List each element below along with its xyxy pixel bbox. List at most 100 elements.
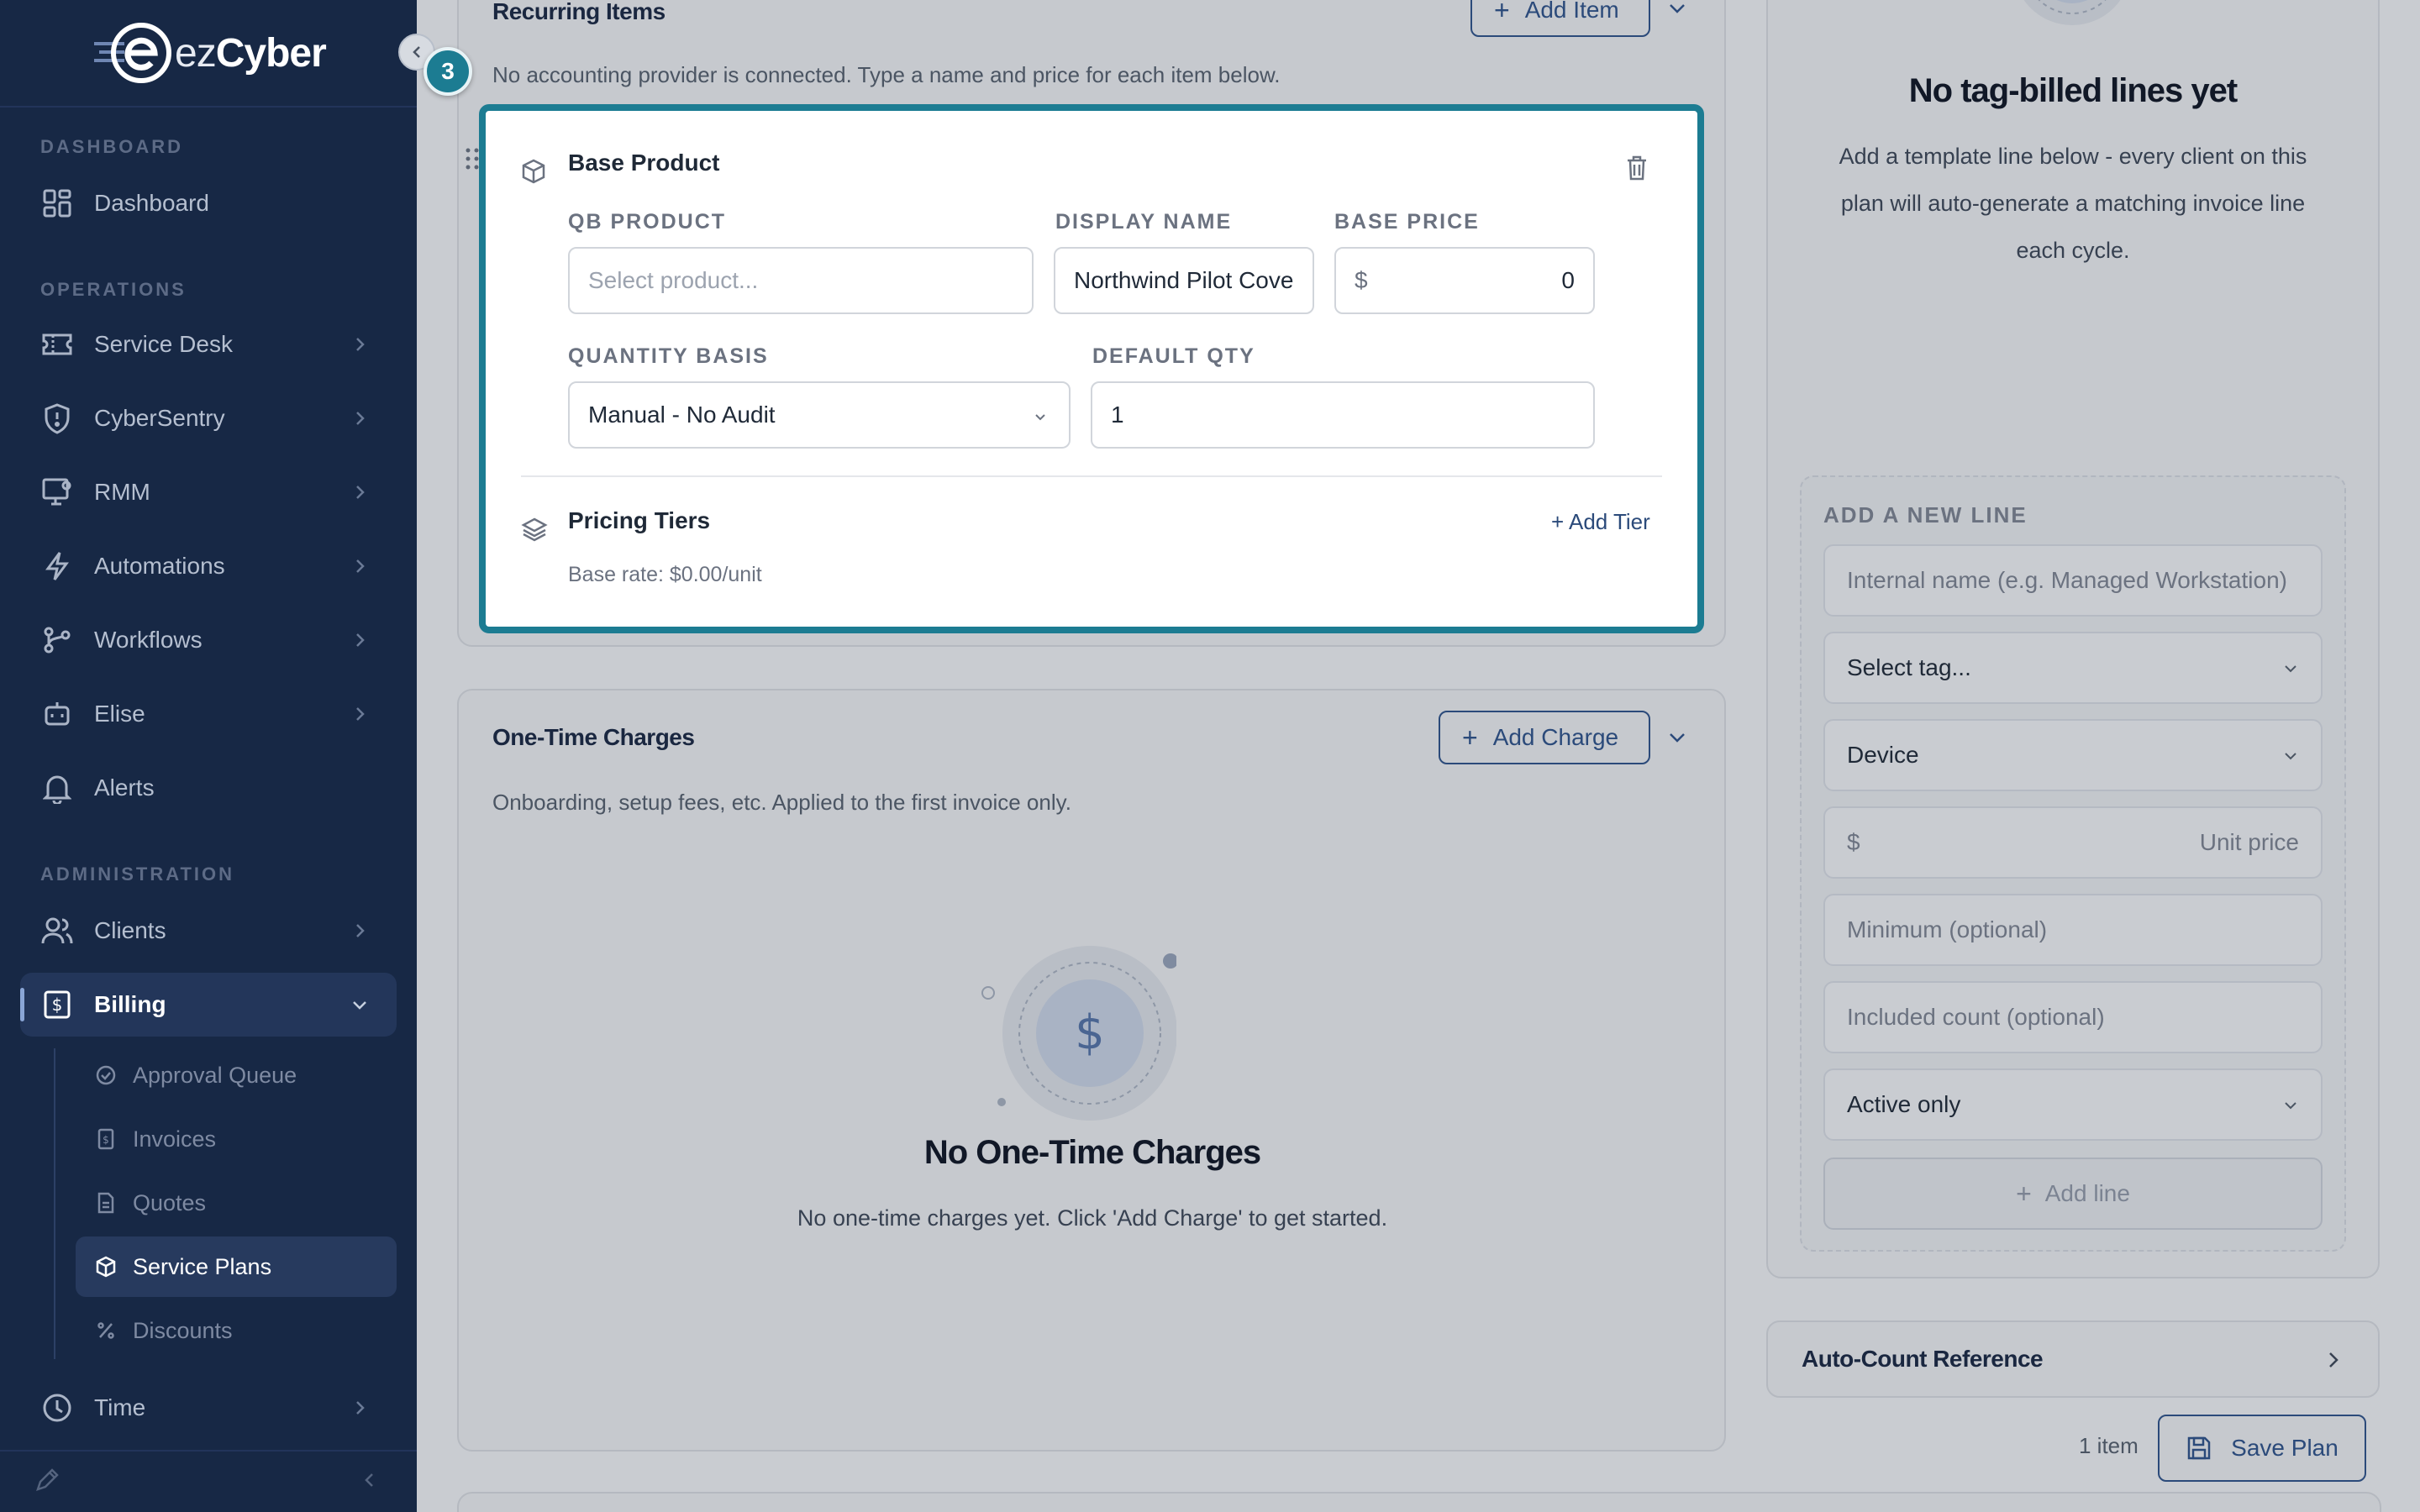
tag-select[interactable]: Select tag... [1823, 632, 2323, 704]
recurring-items-subtitle: No accounting provider is connected. Typ… [492, 62, 1281, 87]
base-product-card [479, 104, 1704, 633]
one-time-charges-subtitle: Onboarding, setup fees, etc. Applied to … [492, 790, 1071, 815]
add-charge-button[interactable]: + Add Charge [1439, 711, 1650, 764]
plus-icon: + [1494, 0, 1510, 25]
brand-logo[interactable]: ezCyber [91, 18, 327, 87]
robot-icon [40, 697, 74, 731]
internal-name-input[interactable]: Internal name (e.g. Managed Workstation) [1823, 544, 2323, 617]
chevron-down-icon [2285, 753, 2296, 760]
default-qty-input[interactable]: 1 [1091, 381, 1595, 449]
check-circle-icon [94, 1063, 118, 1087]
monitor-gear-icon [40, 475, 74, 509]
sidebar-divider [0, 106, 417, 108]
base-price-value: 0 [1561, 267, 1575, 293]
section-title-administration: ADMINISTRATION [40, 864, 235, 885]
display-name-input[interactable]: Northwind Pilot Cove [1054, 247, 1314, 314]
quantity-basis-select[interactable]: Manual - No Audit [568, 381, 1071, 449]
add-tier-button[interactable]: + Add Tier [1551, 509, 1650, 535]
sidebar-item-dashboard[interactable]: Dashboard [20, 171, 397, 235]
auto-count-reference-toggle[interactable]: Auto-Count Reference [1766, 1320, 2380, 1398]
status-select[interactable]: Active only [1823, 1068, 2323, 1141]
collapse-sidebar-icon[interactable] [360, 1470, 380, 1490]
sidebar-subitem-label: Approval Queue [133, 1062, 297, 1088]
lightning-icon [40, 549, 74, 583]
add-item-button[interactable]: + Add Item [1470, 0, 1650, 37]
sidebar-item-label: CyberSentry [94, 405, 225, 431]
base-price-input[interactable]: $ 0 [1334, 247, 1595, 314]
add-charge-label: Add Charge [1492, 724, 1619, 750]
sidebar-item-service-desk[interactable]: Service Desk [20, 312, 397, 376]
tag-select-value: Select tag... [1847, 654, 1971, 680]
qb-product-select[interactable]: Select product... [568, 247, 1034, 314]
layers-icon [521, 517, 548, 542]
svg-text:$: $ [52, 995, 63, 1015]
chevron-down-icon [1035, 414, 1045, 421]
sidebar-item-label: Workflows [94, 627, 203, 653]
workflow-icon [40, 623, 74, 657]
sidebar-item-alerts[interactable]: Alerts [20, 756, 397, 820]
chevron-right-icon [2329, 1352, 2338, 1368]
sidebar-subitem-quotes[interactable]: Quotes [76, 1173, 397, 1233]
save-icon [2187, 1436, 2211, 1460]
dashboard-icon [40, 186, 74, 220]
sidebar-subitem-approval-queue[interactable]: Approval Queue [76, 1045, 397, 1105]
sidebar-item-label: Alerts [94, 774, 155, 801]
sidebar-item-label: Elise [94, 701, 145, 727]
included-count-input[interactable]: Included count (optional) [1823, 981, 2323, 1053]
chevron-right-icon [356, 1401, 365, 1415]
add-new-line-title: ADD A NEW LINE [1823, 502, 2028, 528]
drag-handle-icon[interactable] [464, 146, 481, 171]
chevron-right-icon [356, 924, 365, 937]
chevron-right-icon [356, 559, 365, 573]
sidebar-item-time[interactable]: Time [20, 1376, 397, 1440]
add-line-label: Add line [2044, 1180, 2130, 1206]
sidebar-item-label: Automations [94, 553, 225, 579]
percent-icon [94, 1319, 118, 1342]
tag-billed-empty-title: No tag-billed lines yet [1908, 72, 2238, 109]
quantity-basis-label: QUANTITY BASIS [568, 344, 769, 368]
sidebar-item-label: Clients [94, 917, 166, 943]
trash-icon[interactable] [1625, 155, 1649, 181]
sidebar-item-workflows[interactable]: Workflows [20, 608, 397, 672]
sidebar-subitem-discounts[interactable]: Discounts [76, 1300, 397, 1361]
chevron-right-icon [356, 486, 365, 499]
users-icon [40, 914, 74, 948]
pricing-tiers-title: Pricing Tiers [568, 507, 711, 533]
auto-count-reference-label: Auto-Count Reference [1802, 1346, 2044, 1372]
card-divider [521, 475, 1662, 477]
recurring-items-title: Recurring Items [492, 0, 666, 24]
default-qty-label: DEFAULT QTY [1092, 344, 1255, 368]
sidebar-subitem-invoices[interactable]: $ Invoices [76, 1109, 397, 1169]
sidebar-item-cybersentry[interactable]: CyberSentry [20, 386, 397, 450]
sidebar-subitem-service-plans[interactable]: Service Plans [76, 1236, 397, 1297]
collapse-onetime-chevron-icon[interactable] [1665, 726, 1689, 749]
sidebar-footer-divider [0, 1450, 417, 1452]
chevron-down-icon [2285, 1102, 2296, 1110]
chevron-right-icon [356, 412, 365, 425]
pencil-icon[interactable] [34, 1467, 60, 1494]
sidebar-item-automations[interactable]: Automations [20, 534, 397, 598]
qb-product-label: QB PRODUCT [568, 210, 727, 234]
sidebar-item-clients[interactable]: Clients [20, 899, 397, 963]
chevron-down-icon [353, 1001, 366, 1010]
sidebar-item-elise[interactable]: Elise [20, 682, 397, 746]
sidebar-subitem-label: Quotes [133, 1189, 207, 1215]
save-plan-button[interactable]: Save Plan [2158, 1415, 2366, 1482]
sidebar-item-billing[interactable]: $ Billing [20, 973, 397, 1037]
section-title-operations: OPERATIONS [40, 279, 187, 300]
type-select[interactable]: Device [1823, 719, 2323, 791]
plus-icon: + [1462, 722, 1478, 753]
billing-icon: $ [40, 988, 74, 1021]
sidebar-item-label: Billing [94, 991, 166, 1017]
add-line-button[interactable]: + Add line [1823, 1158, 2323, 1230]
sidebar-item-rmm[interactable]: RMM [20, 460, 397, 524]
logo-text-a: ez [175, 30, 217, 76]
minimum-input[interactable]: Minimum (optional) [1823, 894, 2323, 966]
logo-mark-icon [94, 23, 171, 83]
bell-icon [40, 771, 74, 805]
collapse-recurring-chevron-icon[interactable] [1665, 0, 1689, 20]
one-time-empty-title: No One-Time Charges [923, 1134, 1261, 1171]
unit-price-input[interactable]: $ Unit price [1823, 806, 2323, 879]
dollar-glyph: $ [1075, 1005, 1105, 1060]
chevron-right-icon [356, 633, 365, 647]
